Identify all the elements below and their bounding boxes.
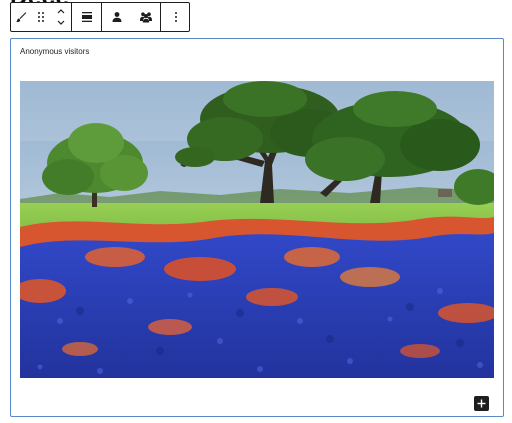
group-visibility-button[interactable]	[131, 3, 160, 31]
wildflower-image[interactable]	[20, 81, 494, 378]
wildflower-scene	[20, 81, 494, 378]
brush-icon-button[interactable]	[11, 3, 31, 31]
person-visibility-button[interactable]	[102, 3, 131, 31]
brush-icon	[16, 12, 27, 23]
block-toolbar	[10, 2, 190, 32]
person-icon	[112, 12, 121, 22]
toolbar-group-options	[161, 3, 190, 31]
drag-handle-button[interactable]	[31, 3, 51, 31]
move-arrows-icon	[57, 9, 65, 25]
toolbar-group-alignment	[72, 3, 102, 31]
plus-icon	[477, 399, 486, 408]
toolbar-group-transform	[11, 3, 72, 31]
selected-image-block[interactable]: Anonymous visitors	[10, 38, 504, 417]
align-button[interactable]	[72, 3, 101, 31]
drag-handle-icon	[38, 12, 44, 22]
block-caption: Anonymous visitors	[20, 47, 90, 56]
toolbar-group-visibility	[102, 3, 161, 31]
move-up-down-button[interactable]	[51, 3, 71, 31]
more-options-icon	[174, 12, 177, 22]
group-people-icon	[139, 12, 152, 23]
align-icon	[81, 12, 92, 22]
add-block-button[interactable]	[474, 396, 489, 411]
more-options-button[interactable]	[161, 3, 190, 31]
